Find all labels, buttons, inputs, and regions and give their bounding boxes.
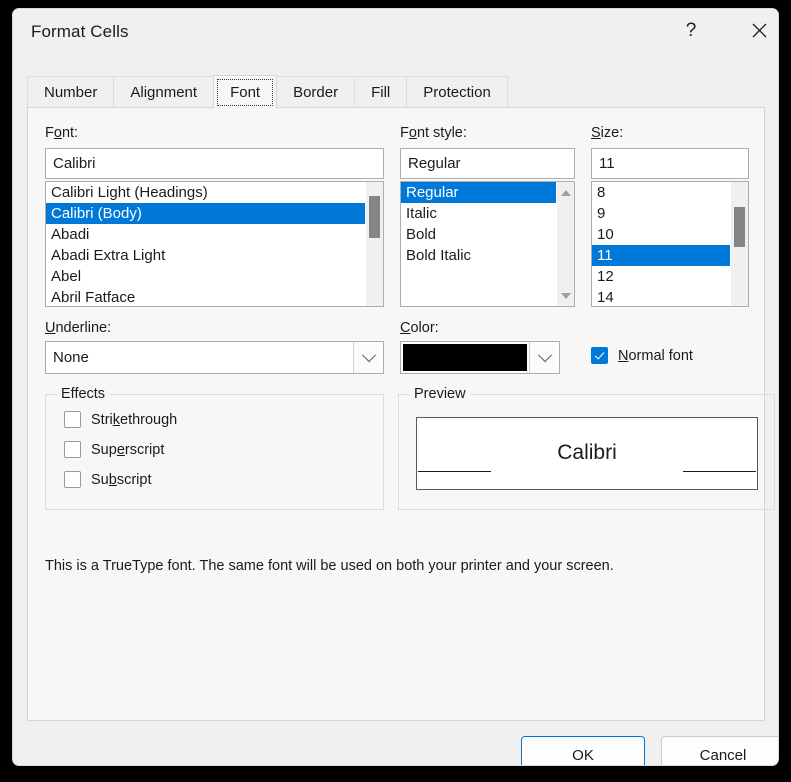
list-item[interactable]: Abel bbox=[46, 266, 365, 287]
list-item[interactable]: Regular bbox=[401, 182, 556, 203]
cancel-button[interactable]: Cancel bbox=[661, 736, 778, 765]
underline-dropdown-button[interactable] bbox=[353, 342, 383, 373]
format-cells-dialog: Format Cells ? Number Alignment Font Bor… bbox=[12, 8, 779, 766]
color-dropdown-button[interactable] bbox=[529, 342, 559, 373]
normal-font-label: Normal font bbox=[618, 347, 693, 364]
tab-fill[interactable]: Fill bbox=[354, 76, 408, 108]
strikethrough-label: Strikethrough bbox=[91, 411, 178, 428]
preview-group: Preview Calibri bbox=[398, 386, 775, 510]
triangle-up-icon bbox=[560, 189, 571, 196]
list-item[interactable]: Italic bbox=[401, 203, 556, 224]
scroll-down-button[interactable] bbox=[557, 287, 574, 304]
font-input-value: Calibri bbox=[53, 155, 96, 172]
normal-font-checkbox-row[interactable]: Normal font bbox=[591, 347, 693, 364]
tab-border[interactable]: Border bbox=[276, 76, 356, 108]
font-style-input-value: Regular bbox=[408, 155, 461, 172]
close-button[interactable] bbox=[736, 9, 778, 51]
tab-alignment[interactable]: Alignment bbox=[113, 76, 215, 108]
preview-sample-text: Calibri bbox=[557, 441, 617, 464]
font-style-list-scrollbar[interactable] bbox=[557, 182, 574, 306]
ok-button[interactable]: OK bbox=[521, 736, 645, 765]
ok-button-label: OK bbox=[572, 746, 594, 764]
list-item[interactable]: 11 bbox=[592, 245, 730, 266]
effects-group: Effects Strikethrough Superscript Subscr… bbox=[45, 386, 384, 510]
subscript-checkbox[interactable] bbox=[64, 471, 81, 488]
font-list-scrollbar[interactable] bbox=[366, 182, 383, 306]
superscript-checkbox-row[interactable]: Superscript bbox=[64, 441, 164, 458]
tab-number[interactable]: Number bbox=[27, 76, 115, 108]
preview-rule-right bbox=[683, 471, 756, 472]
strikethrough-checkbox-row[interactable]: Strikethrough bbox=[64, 411, 177, 428]
tab-strip: Number Alignment Font Border Fill Protec… bbox=[27, 75, 508, 109]
focus-ring bbox=[217, 79, 274, 106]
dialog-title: Format Cells bbox=[31, 22, 129, 41]
tab-label: Border bbox=[293, 84, 339, 101]
font-style-label: Font style: bbox=[400, 125, 467, 141]
help-button[interactable]: ? bbox=[668, 9, 714, 51]
font-tab-page: Font: Calibri Calibri Light (Headings) C… bbox=[27, 107, 775, 721]
close-x-icon bbox=[752, 23, 766, 37]
superscript-checkbox[interactable] bbox=[64, 441, 81, 458]
scroll-up-button[interactable] bbox=[557, 184, 574, 201]
font-listbox[interactable]: Calibri Light (Headings) Calibri (Body) … bbox=[45, 181, 384, 307]
question-mark-icon: ? bbox=[685, 19, 697, 41]
size-input-value: 11 bbox=[599, 155, 615, 172]
underline-combobox[interactable]: None bbox=[45, 341, 384, 374]
list-item[interactable]: Abadi Extra Light bbox=[46, 245, 365, 266]
subscript-label: Subscript bbox=[91, 471, 152, 488]
size-input[interactable]: 11 bbox=[591, 148, 749, 179]
cancel-button-label: Cancel bbox=[699, 746, 747, 764]
preview-frame: Calibri bbox=[416, 417, 758, 490]
scrollbar-thumb[interactable] bbox=[734, 207, 745, 247]
color-swatch bbox=[403, 344, 527, 371]
chevron-down-icon bbox=[537, 347, 552, 362]
normal-font-checkbox[interactable] bbox=[591, 347, 608, 364]
list-item[interactable]: Calibri (Body) bbox=[46, 203, 365, 224]
tab-protection[interactable]: Protection bbox=[406, 76, 508, 108]
superscript-label: Superscript bbox=[91, 441, 165, 458]
tab-label: Alignment bbox=[130, 84, 198, 101]
underline-value: None bbox=[53, 349, 89, 366]
size-listbox[interactable]: 8 9 10 11 12 14 bbox=[591, 181, 749, 307]
list-item[interactable]: 8 bbox=[592, 182, 730, 203]
list-item[interactable]: 12 bbox=[592, 266, 730, 287]
subscript-checkbox-row[interactable]: Subscript bbox=[64, 471, 151, 488]
list-item[interactable]: Bold Italic bbox=[401, 245, 556, 266]
font-style-input[interactable]: Regular bbox=[400, 148, 575, 179]
font-label: Font: bbox=[45, 125, 79, 141]
triangle-down-icon bbox=[560, 292, 571, 299]
preview-group-title: Preview bbox=[410, 386, 470, 402]
tab-font[interactable]: Font bbox=[213, 75, 278, 109]
list-item[interactable]: 14 bbox=[592, 287, 730, 306]
font-info-text: This is a TrueType font. The same font w… bbox=[45, 558, 614, 574]
strikethrough-checkbox[interactable] bbox=[64, 411, 81, 428]
font-input[interactable]: Calibri bbox=[45, 148, 384, 179]
underline-label: Underline: bbox=[45, 320, 112, 336]
scrollbar-thumb[interactable] bbox=[369, 196, 380, 238]
color-label: Color: bbox=[400, 320, 439, 336]
list-item[interactable]: Abril Fatface bbox=[46, 287, 365, 306]
font-style-listbox[interactable]: Regular Italic Bold Bold Italic bbox=[400, 181, 575, 307]
list-item[interactable]: 9 bbox=[592, 203, 730, 224]
tab-label: Number bbox=[44, 84, 98, 101]
list-item[interactable]: Abadi bbox=[46, 224, 365, 245]
list-item[interactable]: Calibri Light (Headings) bbox=[46, 182, 365, 203]
tab-label: Fill bbox=[371, 84, 391, 101]
size-list-scrollbar[interactable] bbox=[731, 182, 748, 306]
color-combobox[interactable] bbox=[400, 341, 560, 374]
preview-rule-left bbox=[418, 471, 491, 472]
effects-group-title: Effects bbox=[57, 386, 110, 402]
size-label: Size: bbox=[591, 125, 624, 141]
chevron-down-icon bbox=[361, 347, 376, 362]
list-item[interactable]: Bold bbox=[401, 224, 556, 245]
list-item[interactable]: 10 bbox=[592, 224, 730, 245]
tab-label: Protection bbox=[423, 84, 491, 101]
title-bar: Format Cells ? bbox=[13, 9, 778, 57]
